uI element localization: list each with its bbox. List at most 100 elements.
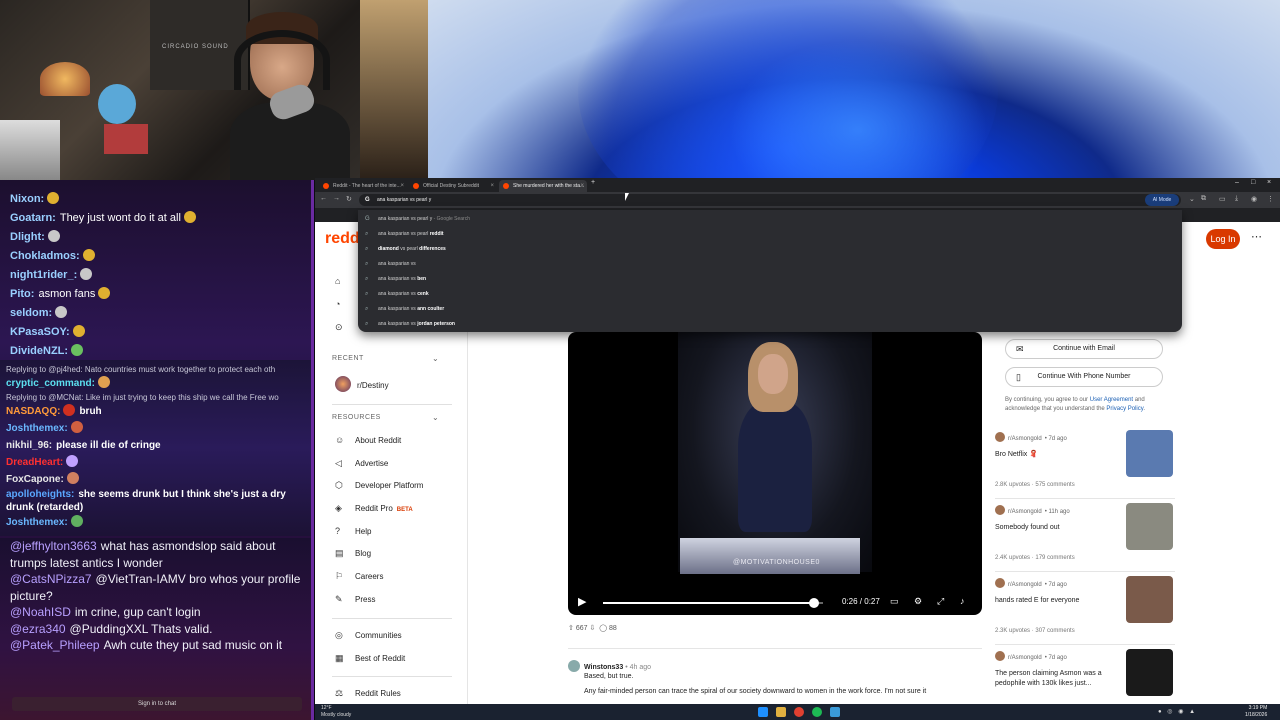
menu-icon[interactable]: ⋮ bbox=[1267, 195, 1274, 203]
popular-icon[interactable]: ◔ bbox=[335, 299, 340, 309]
sidebar-item-help[interactable]: ? Help bbox=[335, 526, 371, 540]
chat-username[interactable]: DreadHeart: bbox=[6, 457, 63, 468]
start-icon[interactable] bbox=[758, 707, 768, 717]
search-suggestion[interactable]: Gana kasparian vs pearl y - Google Searc… bbox=[358, 212, 1182, 227]
fullscreen-icon[interactable]: ⤢ bbox=[937, 596, 944, 607]
search-suggestion[interactable]: ⌕ ana kasparian vs ben bbox=[358, 272, 1182, 287]
download-icon[interactable]: ⤓ bbox=[1235, 195, 1238, 203]
sidebar-item-blog[interactable]: ▤ Blog bbox=[335, 548, 371, 562]
chat-username[interactable]: @Patek_Phileep bbox=[10, 638, 100, 652]
related-post-thumbnail[interactable] bbox=[1126, 430, 1173, 477]
chat-username[interactable]: FoxCapone: bbox=[6, 474, 64, 485]
chat-username[interactable]: Nixon: bbox=[10, 193, 44, 205]
resources-heading[interactable]: RESOURCES ⌄ bbox=[332, 413, 439, 422]
search-suggestion[interactable]: ⌕ ana kasparian vs ann coulter bbox=[358, 302, 1182, 317]
chat-username[interactable]: nikhil_96: bbox=[6, 440, 52, 451]
minimize-icon[interactable]: – bbox=[1235, 179, 1239, 186]
comment-icon[interactable]: ◯ bbox=[599, 625, 607, 632]
related-post-subreddit[interactable]: r/Asmongold • 7d ago bbox=[995, 432, 1067, 442]
sidebar-item-communities[interactable]: ◎ Communities bbox=[335, 630, 402, 644]
related-post-title[interactable]: The person claiming Asmon was a pedophil… bbox=[995, 669, 1119, 689]
captions-icon[interactable]: ▭ bbox=[890, 596, 899, 607]
new-tab-icon[interactable]: + bbox=[591, 179, 595, 186]
video-seek-handle[interactable] bbox=[809, 598, 820, 608]
sidebar-item-destiny[interactable]: r/Destiny bbox=[335, 376, 389, 392]
chat-username[interactable]: Joshthemex: bbox=[6, 517, 68, 528]
chat-username[interactable]: apolloheights: bbox=[6, 489, 74, 500]
sidebar-item-careers[interactable]: ⚐ Careers bbox=[335, 571, 383, 585]
forward-icon[interactable]: → bbox=[333, 195, 340, 202]
clock[interactable]: 3:19 PM 1/18/2026 bbox=[1245, 705, 1267, 719]
related-post-subreddit[interactable]: r/Asmongold • 11h ago bbox=[995, 505, 1070, 515]
chat-username[interactable]: Pito: bbox=[10, 288, 34, 300]
explore-icon[interactable]: ⊙ bbox=[335, 322, 343, 333]
chat-username[interactable]: @ezra340 bbox=[10, 622, 66, 636]
chat-username[interactable]: night1rider_: bbox=[10, 269, 77, 281]
sidebar-item-advertise[interactable]: ◁ Advertise bbox=[335, 458, 388, 472]
chat-username[interactable]: @jeffhylton3663 bbox=[10, 539, 97, 553]
system-tray[interactable]: ● ◎ ◉ ▲ bbox=[1158, 708, 1197, 715]
search-suggestion[interactable]: ⌕ ana kasparian vs cenk bbox=[358, 287, 1182, 302]
sidebar-item-reddit-pro[interactable]: ◈ Reddit Pro BETA bbox=[335, 503, 413, 517]
address-bar[interactable]: Gana kasparian vs pearl y bbox=[359, 194, 1181, 206]
related-post-title[interactable]: Somebody found out bbox=[995, 523, 1119, 533]
sidebar-item-developer-platform[interactable]: ⬡ Developer Platform bbox=[335, 480, 423, 494]
ai-mode-button[interactable]: AI Mode bbox=[1145, 194, 1179, 206]
avatar[interactable] bbox=[568, 660, 580, 672]
chat-username[interactable]: Chokladmos: bbox=[10, 250, 80, 262]
related-post[interactable]: r/Asmongold • 7d ago The person claiming A… bbox=[995, 649, 1175, 704]
tab-reddit-home[interactable]: Reddit - The heart of the inte... × bbox=[319, 180, 407, 192]
sidebar-item-rules[interactable]: ⚖ Reddit Rules bbox=[335, 688, 401, 702]
close-tab-icon[interactable]: × bbox=[580, 180, 584, 192]
home-icon[interactable]: ⌂ bbox=[335, 276, 340, 286]
chat-username[interactable]: cryptic_command: bbox=[6, 378, 95, 389]
chat-username[interactable]: @NoahISD bbox=[10, 605, 71, 619]
user-agreement-link[interactable]: User Agreement bbox=[1090, 397, 1133, 403]
chat-username[interactable]: Joshthemex: bbox=[6, 423, 68, 434]
related-post-thumbnail[interactable] bbox=[1126, 649, 1173, 696]
reload-icon[interactable]: ↻ bbox=[346, 195, 352, 203]
search-suggestion[interactable]: ⌕ ana kasparian vs pearl reddit bbox=[358, 227, 1182, 242]
chat-username[interactable]: Goatarn: bbox=[10, 212, 56, 224]
back-icon[interactable]: ← bbox=[320, 195, 327, 202]
more-options-icon[interactable]: ⋯ bbox=[1251, 230, 1262, 243]
reddit-logo[interactable]: redd bbox=[325, 230, 360, 248]
chat-username[interactable]: KPasaSOY: bbox=[10, 326, 70, 338]
chat-sign-in-button[interactable]: Sign in to chat bbox=[12, 697, 302, 711]
profile-icon[interactable]: ◉ bbox=[1251, 195, 1257, 203]
steam-icon[interactable] bbox=[830, 707, 840, 717]
tab-active-post[interactable]: She murdered her with the sta... × bbox=[499, 180, 587, 192]
related-post[interactable]: r/Asmongold • 11h ago Somebody found out 2.… bbox=[995, 503, 1175, 575]
weather-widget[interactable]: 12°F Mostly cloudy bbox=[321, 705, 351, 719]
related-post-thumbnail[interactable] bbox=[1126, 576, 1173, 623]
recent-heading[interactable]: RECENT ⌄ bbox=[332, 354, 439, 363]
related-post-subreddit[interactable]: r/Asmongold • 7d ago bbox=[995, 578, 1067, 588]
chat-username[interactable]: seldom: bbox=[10, 307, 52, 319]
close-tab-icon[interactable]: × bbox=[490, 180, 494, 192]
sidebar-item-press[interactable]: ✎ Press bbox=[335, 594, 375, 608]
related-post[interactable]: r/Asmongold • 7d ago Bro Netflix 🧣 2.8K upv… bbox=[995, 430, 1175, 502]
chevron-down-icon[interactable]: ⌄ bbox=[432, 354, 439, 363]
play-icon[interactable]: ▶ bbox=[578, 595, 586, 608]
chat-username[interactable]: NASDAQQ: bbox=[6, 406, 60, 417]
video-player[interactable]: @MOTIVATIONHOUSE0 ▶ 0:26 / 0:27 ▭ ⚙ ⤢ ♪ bbox=[568, 332, 982, 615]
file-explorer-icon[interactable] bbox=[776, 707, 786, 717]
volume-icon[interactable]: ♪ bbox=[960, 596, 965, 606]
related-post-title[interactable]: Bro Netflix 🧣 bbox=[995, 450, 1119, 460]
related-post-subreddit[interactable]: r/Asmongold • 7d ago bbox=[995, 651, 1067, 661]
chrome-icon[interactable] bbox=[794, 707, 804, 717]
maximize-icon[interactable]: □ bbox=[1251, 179, 1255, 186]
sidepanel-icon[interactable]: ▭ bbox=[1219, 195, 1226, 203]
video-seek-bar[interactable] bbox=[603, 598, 823, 608]
close-tab-icon[interactable]: × bbox=[400, 180, 404, 192]
sidebar-item-best-of[interactable]: ▦ Best of Reddit bbox=[335, 653, 405, 667]
search-suggestion[interactable]: ⌕ diamond vs pearl differences bbox=[358, 242, 1182, 257]
privacy-policy-link[interactable]: Privacy Policy bbox=[1106, 406, 1143, 412]
settings-gear-icon[interactable]: ⚙ bbox=[914, 596, 922, 607]
search-suggestion[interactable]: ⌕ ana kasparian vs jordan peterson bbox=[358, 317, 1182, 332]
comment-user[interactable]: Winstons33 bbox=[584, 664, 623, 671]
related-post-title[interactable]: hands rated E for everyone bbox=[995, 596, 1119, 606]
related-post-thumbnail[interactable] bbox=[1126, 503, 1173, 550]
continue-email-button[interactable]: ✉ Continue with Email bbox=[1005, 339, 1163, 359]
related-post[interactable]: r/Asmongold • 7d ago hands rated E for eve… bbox=[995, 576, 1175, 648]
